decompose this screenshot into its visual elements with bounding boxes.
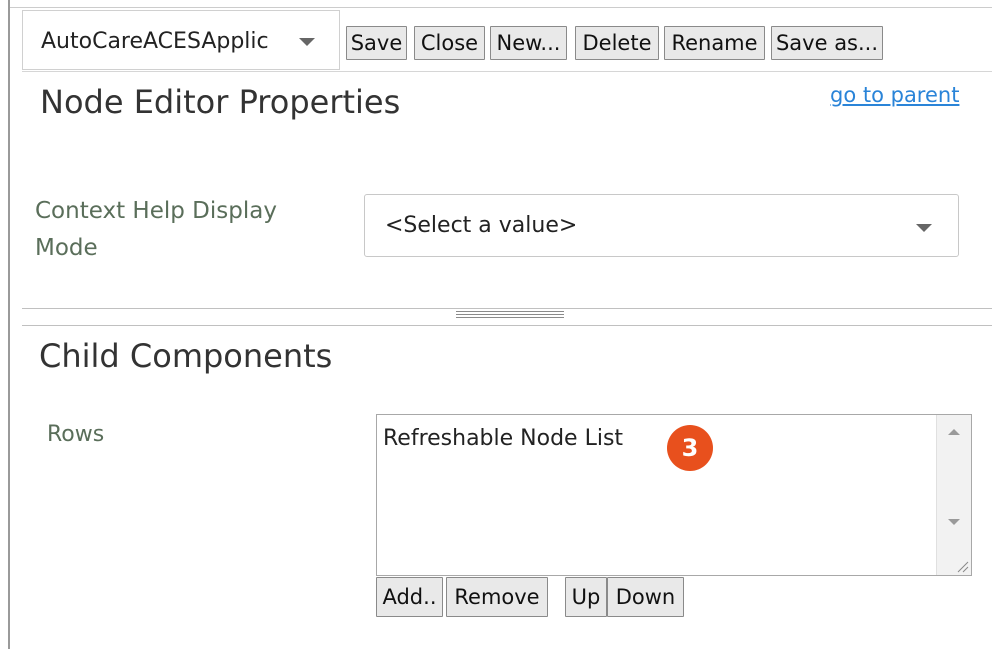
toolbar: AutoCareACESApplic Save Close New... Del… bbox=[22, 10, 992, 72]
left-border bbox=[8, 0, 10, 649]
close-button[interactable]: Close bbox=[414, 26, 485, 60]
add-row-button[interactable]: Add.. bbox=[376, 577, 443, 617]
section-title-properties: Node Editor Properties bbox=[40, 83, 401, 121]
list-item[interactable]: Refreshable Node List bbox=[383, 426, 623, 451]
splitter-handle[interactable] bbox=[456, 311, 564, 321]
toolbar-divider bbox=[22, 71, 992, 72]
save-button[interactable]: Save bbox=[346, 26, 407, 60]
chevron-down-icon bbox=[916, 224, 932, 232]
move-down-button[interactable]: Down bbox=[607, 577, 684, 617]
scroll-up-arrow-icon[interactable] bbox=[948, 429, 960, 435]
delete-button[interactable]: Delete bbox=[575, 26, 659, 60]
remove-row-button[interactable]: Remove bbox=[446, 577, 548, 617]
section-title-child-components: Child Components bbox=[39, 337, 333, 375]
splitter-line-top bbox=[22, 308, 992, 309]
rows-label: Rows bbox=[47, 422, 105, 447]
go-to-parent-link[interactable]: go to parent bbox=[830, 83, 959, 107]
save-as-button[interactable]: Save as... bbox=[771, 26, 883, 60]
new-button[interactable]: New... bbox=[490, 26, 567, 60]
splitter-line-bottom bbox=[22, 325, 992, 326]
rename-button[interactable]: Rename bbox=[664, 26, 765, 60]
document-select[interactable]: AutoCareACESApplic bbox=[22, 10, 340, 70]
scroll-down-arrow-icon[interactable] bbox=[948, 519, 960, 525]
document-select-value: AutoCareACESApplic bbox=[41, 29, 269, 54]
context-help-label: Context Help Display Mode bbox=[35, 198, 277, 261]
context-help-select-value: <Select a value> bbox=[385, 213, 578, 238]
context-help-select[interactable]: <Select a value> bbox=[364, 194, 959, 257]
vertical-scrollbar[interactable] bbox=[936, 415, 971, 575]
rows-listbox[interactable]: Refreshable Node List 3 bbox=[376, 414, 972, 576]
move-up-button[interactable]: Up bbox=[565, 577, 607, 617]
chevron-down-icon bbox=[299, 38, 315, 46]
step-number-badge: 3 bbox=[667, 425, 713, 471]
top-border bbox=[10, 7, 992, 8]
resize-grip-icon[interactable] bbox=[955, 559, 969, 573]
